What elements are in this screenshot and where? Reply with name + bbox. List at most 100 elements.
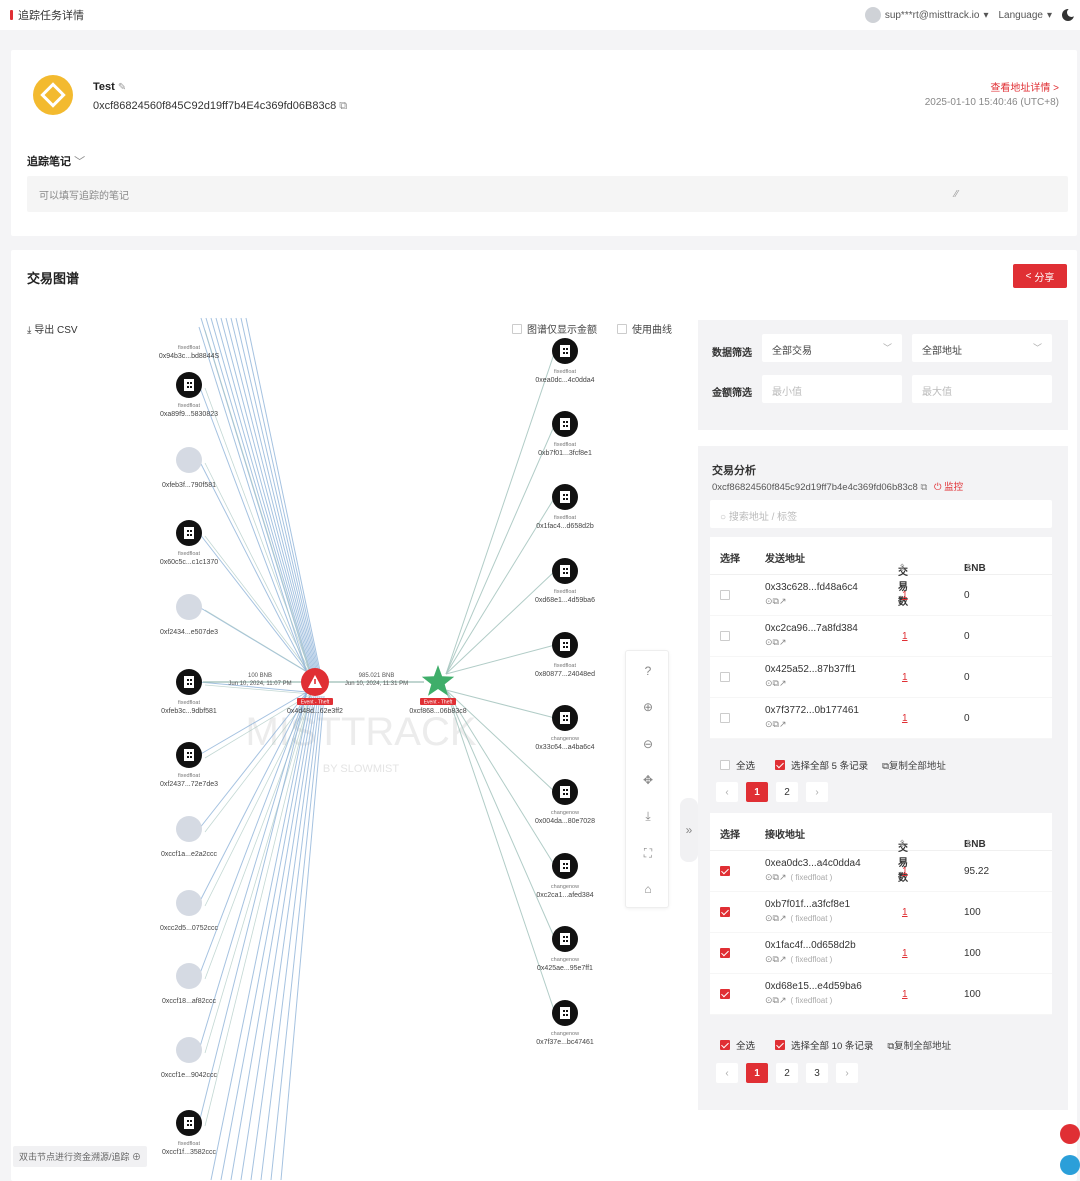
max-amount-input[interactable]: 最大值 xyxy=(912,375,1052,403)
trace-icon[interactable]: ⊙ xyxy=(765,872,773,882)
view-address-details-link[interactable]: 查看地址详情 > xyxy=(990,79,1059,94)
clear-icon[interactable]: ⌂ xyxy=(640,881,656,897)
row-address[interactable]: 0x7f3772...0b177461 xyxy=(765,705,859,716)
row-count[interactable]: 1 xyxy=(902,713,908,724)
user-menu[interactable]: sup***rt@misttrack.io ▾ xyxy=(864,7,988,23)
next-page-button[interactable]: › xyxy=(806,782,828,802)
zoom-out-icon[interactable]: ⊖ xyxy=(640,736,656,752)
trace-icon[interactable]: ⊙ xyxy=(765,995,773,1005)
page-button[interactable]: 2 xyxy=(776,1063,798,1083)
row-address[interactable]: 0xb7f01f...a3fcf8e1 xyxy=(765,899,850,910)
row-checkbox[interactable] xyxy=(720,590,730,600)
zoom-in-icon[interactable]: ⊕ xyxy=(640,699,656,715)
trace-icon[interactable]: ⊙ xyxy=(765,637,773,647)
address-node[interactable] xyxy=(176,447,202,473)
building-icon-window xyxy=(566,867,568,869)
page-button[interactable]: 1 xyxy=(746,782,768,802)
option-curve[interactable]: 使用曲线 xyxy=(617,321,672,336)
row-count[interactable]: 1 xyxy=(902,989,908,1000)
row-count[interactable]: 1 xyxy=(902,907,908,918)
download-icon[interactable]: ⤓ xyxy=(640,808,656,824)
external-link-icon[interactable]: ↗ xyxy=(779,913,787,923)
prev-page-button[interactable]: ‹ xyxy=(716,782,738,802)
external-link-icon[interactable]: ↗ xyxy=(779,637,787,647)
building-icon-window xyxy=(563,940,565,942)
row-count[interactable]: 1 xyxy=(902,590,908,601)
page-button[interactable]: 3 xyxy=(806,1063,828,1083)
col-select: 选择 xyxy=(720,554,740,565)
search-input[interactable]: ○ 搜索地址 / 标签 xyxy=(710,500,1052,528)
address-type-select[interactable]: 全部地址 ﹀ xyxy=(912,334,1052,362)
select-all-records-checkbox[interactable] xyxy=(775,1040,786,1050)
trace-icon[interactable]: ⊙ xyxy=(765,596,773,606)
external-link-icon[interactable]: ↗ xyxy=(779,995,787,1005)
sort-icon: ⇕ xyxy=(898,563,907,574)
external-link-icon[interactable]: ↗ xyxy=(779,872,787,882)
address-node[interactable] xyxy=(176,816,202,842)
node-tag: changenow xyxy=(551,884,579,890)
select-all-checkbox[interactable] xyxy=(720,760,730,770)
fullscreen-icon[interactable]: ⛶ xyxy=(640,845,656,861)
checkbox[interactable] xyxy=(512,323,522,334)
select-all-records-checkbox[interactable] xyxy=(775,760,786,770)
address-node[interactable] xyxy=(176,594,202,620)
trace-icon[interactable]: ⊙ xyxy=(765,719,773,729)
telegram-icon[interactable] xyxy=(1060,1155,1080,1175)
row-address[interactable]: 0xd68e15...e4d59ba6 xyxy=(765,981,862,992)
row-actions: ⊙⧉↗( fixedfloat ) xyxy=(765,995,832,1006)
resize-handle-icon[interactable]: ⁄⁄ xyxy=(955,189,958,200)
row-address[interactable]: 0xea0dc3...a4c0dda4 xyxy=(765,858,861,869)
row-checkbox[interactable] xyxy=(720,989,730,999)
next-page-button[interactable]: › xyxy=(836,1063,858,1083)
row-address[interactable]: 0x1fac4f...0d658d2b xyxy=(765,940,856,951)
row-address[interactable]: 0xc2ca96...7a8fd384 xyxy=(765,623,858,634)
external-link-icon[interactable]: ↗ xyxy=(779,678,787,688)
option-amount-only[interactable]: 图谱仅显示金额 xyxy=(512,321,597,336)
checkbox[interactable] xyxy=(617,323,627,334)
language-menu[interactable]: Language ▾ xyxy=(998,10,1052,21)
tx-type-select[interactable]: 全部交易 ﹀ xyxy=(762,334,902,362)
select-all-checkbox[interactable] xyxy=(720,1040,730,1050)
copy-all-addresses-button[interactable]: ⧉复制全部地址 xyxy=(882,758,946,772)
task-name: Test ✎ xyxy=(93,81,126,93)
row-count[interactable]: 1 xyxy=(902,866,908,877)
row-checkbox[interactable] xyxy=(720,672,730,682)
address-node[interactable] xyxy=(176,890,202,916)
collapse-panel-button[interactable]: » xyxy=(680,798,698,862)
row-count[interactable]: 1 xyxy=(902,672,908,683)
notes-toggle[interactable]: 追踪笔记 ﹀ xyxy=(27,153,85,169)
youtube-icon[interactable] xyxy=(1060,1124,1080,1144)
page-button[interactable]: 1 xyxy=(746,1063,768,1083)
row-checkbox[interactable] xyxy=(720,907,730,917)
external-link-icon[interactable]: ↗ xyxy=(779,596,787,606)
trace-icon[interactable]: ⊙ xyxy=(765,678,773,688)
move-icon[interactable]: ✥ xyxy=(640,772,656,788)
help-icon[interactable]: ? xyxy=(640,663,656,679)
row-count[interactable]: 1 xyxy=(902,631,908,642)
row-count[interactable]: 1 xyxy=(902,948,908,959)
row-checkbox[interactable] xyxy=(720,713,730,723)
row-address[interactable]: 0x425a52...87b37ff1 xyxy=(765,664,856,675)
copy-icon[interactable]: ⧉ xyxy=(921,482,928,493)
page-button[interactable]: 2 xyxy=(776,782,798,802)
edit-icon[interactable]: ✎ xyxy=(118,82,126,93)
row-address[interactable]: 0x33c628...fd48a6c4 xyxy=(765,582,858,593)
row-checkbox[interactable] xyxy=(720,948,730,958)
edge xyxy=(225,317,316,671)
notes-textarea[interactable]: 可以填写追踪的笔记 ⁄⁄ xyxy=(27,176,1068,212)
min-amount-input[interactable]: 最小值 xyxy=(762,375,902,403)
row-checkbox[interactable] xyxy=(720,866,730,876)
address-node[interactable] xyxy=(176,1037,202,1063)
prev-page-button[interactable]: ‹ xyxy=(716,1063,738,1083)
trace-icon[interactable]: ⊙ xyxy=(765,913,773,923)
monitor-link[interactable]: ⏻ 监控 xyxy=(934,482,963,493)
theme-toggle-moon-icon[interactable] xyxy=(1062,8,1076,21)
address-node[interactable] xyxy=(176,963,202,989)
copy-all-addresses-button[interactable]: ⧉复制全部地址 xyxy=(887,1038,951,1052)
row-checkbox[interactable] xyxy=(720,631,730,641)
trace-icon[interactable]: ⊙ xyxy=(765,954,773,964)
copy-icon[interactable]: ⧉ xyxy=(339,100,347,112)
external-link-icon[interactable]: ↗ xyxy=(779,719,787,729)
external-link-icon[interactable]: ↗ xyxy=(779,954,787,964)
edge xyxy=(204,693,312,1127)
